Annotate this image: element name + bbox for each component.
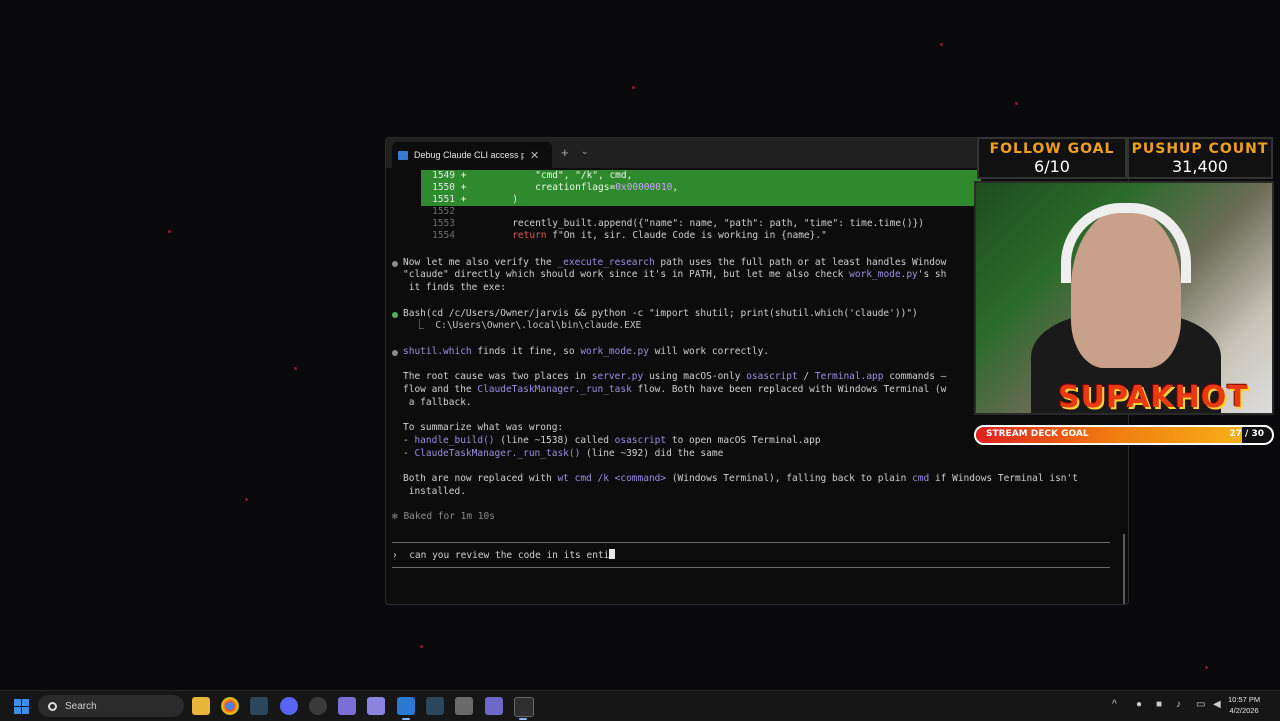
terminal-icon (398, 150, 408, 160)
code-line: 1553 recently_built.append({"name": name… (432, 218, 925, 229)
windows-start-icon[interactable] (14, 699, 29, 714)
steam-icon[interactable] (250, 697, 268, 715)
chevron-down-icon[interactable]: ⌄ (581, 146, 589, 157)
diff-line-added: 1549 + "cmd", "/k", cmd, (421, 170, 981, 182)
diff-line-added: 1551 + ) (421, 194, 981, 206)
terminal-tab[interactable]: Debug Claude CLI access p ✕ (392, 142, 552, 168)
assistant-message: "claude" directly which should work sinc… (403, 269, 947, 280)
assistant-message: To summarize what was wrong: (403, 422, 564, 433)
background-speck (168, 230, 171, 233)
app-icon[interactable] (485, 697, 503, 715)
assistant-message: it finds the exe: (403, 282, 506, 293)
background-speck (632, 86, 635, 89)
obs-icon[interactable] (309, 697, 327, 715)
bash-command: Bash(cd /c/Users/Owner/jarvis && python … (403, 308, 918, 319)
pushup-count-title: PUSHUP COUNT (1131, 141, 1269, 157)
tab-title: Debug Claude CLI access p (414, 150, 524, 160)
clock-time: 10:57 PM (1228, 695, 1261, 704)
stream-deck-goal-label: STREAM DECK GOAL (986, 429, 1089, 439)
assistant-message: The root cause was two places in server.… (403, 371, 947, 382)
network-icon[interactable]: ▭ (1196, 699, 1205, 710)
file-explorer-icon[interactable] (192, 697, 210, 715)
prompt-input[interactable]: › can you review the code in its enti (392, 549, 616, 561)
taskbar-search[interactable]: Search (38, 695, 184, 717)
diff-line-added: 1550 + creationflags=0x00000010, (421, 182, 981, 194)
follow-goal-widget: FOLLOW GOAL 6/10 (977, 137, 1127, 179)
assistant-message: installed. (403, 486, 466, 497)
message-bullet-icon (392, 350, 398, 356)
close-icon[interactable]: ✕ (530, 149, 539, 162)
chrome-icon[interactable] (221, 697, 239, 715)
background-speck (940, 43, 943, 46)
clock-date: 4/2/2026 (1229, 706, 1259, 715)
tool-success-icon (392, 312, 398, 318)
assistant-message: - handle_build() (line ~1538) called osa… (403, 435, 821, 446)
text-cursor (609, 549, 616, 559)
discord-icon[interactable] (280, 697, 298, 715)
vscode-icon[interactable] (397, 697, 415, 715)
app-icon[interactable] (367, 697, 385, 715)
assistant-message: flow and the ClaudeTaskManager._run_task… (403, 384, 947, 395)
prompt-symbol: › (392, 550, 398, 561)
message-bullet-icon (392, 261, 398, 267)
pushup-count-value: 31,400 (1172, 157, 1228, 176)
code-line: 1554 return f"On it, sir. Claude Code is… (432, 230, 827, 241)
pushup-count-widget: PUSHUP COUNT 31,400 (1127, 137, 1273, 179)
headset-icon (1061, 203, 1191, 283)
terminal-icon[interactable] (514, 697, 534, 717)
follow-goal-value: 6/10 (1034, 157, 1070, 176)
chevron-up-icon[interactable]: ^ (1112, 699, 1117, 710)
tray-icon[interactable]: ● (1136, 699, 1142, 710)
search-placeholder: Search (65, 700, 97, 712)
bash-output: ⎿ C:\Users\Owner\.local\bin\claude.EXE (403, 320, 642, 331)
microphone-icon[interactable]: ♪ (1176, 699, 1181, 710)
scrollbar[interactable] (1123, 534, 1125, 604)
stream-deck-goal-bar: STREAM DECK GOAL 27 / 30 (974, 425, 1274, 445)
tray-icon[interactable]: ■ (1156, 699, 1162, 710)
background-speck (245, 498, 248, 501)
app-icon[interactable] (338, 697, 356, 715)
clock[interactable]: 10:57 PM 4/2/2026 (1228, 694, 1260, 716)
store-icon[interactable] (455, 697, 473, 715)
divider (392, 542, 1110, 543)
background-speck (294, 367, 297, 370)
new-tab-button[interactable]: + (561, 145, 569, 160)
assistant-message: - ClaudeTaskManager._run_task() (line ~3… (403, 448, 724, 459)
prompt-text[interactable]: can you review the code in its enti (409, 550, 609, 561)
search-icon (48, 701, 57, 711)
code-line: 1552 (432, 206, 455, 217)
background-speck (1205, 666, 1208, 669)
status-baked: ✻ Baked for 1m 10s (392, 511, 495, 522)
volume-icon[interactable]: ◀ (1213, 699, 1221, 710)
steam-icon[interactable] (426, 697, 444, 715)
assistant-message: a fallback. (403, 397, 472, 408)
streamer-logo: SUPAKHOT (1058, 380, 1249, 415)
taskbar: Search ^ ● ■ ♪ ▭ ◀ 10:57 PM 4/2/2026 (0, 690, 1280, 721)
follow-goal-title: FOLLOW GOAL (989, 141, 1115, 157)
background-speck (1015, 102, 1018, 105)
stream-deck-goal-count: 27 / 30 (1229, 429, 1264, 439)
background-speck (420, 645, 423, 648)
assistant-message: shutil.which finds it fine, so work_mode… (403, 346, 770, 357)
assistant-message: Now let me also verify the _execute_rese… (403, 257, 947, 268)
assistant-message: Both are now replaced with wt cmd /k <co… (403, 473, 1078, 484)
divider (392, 567, 1110, 568)
